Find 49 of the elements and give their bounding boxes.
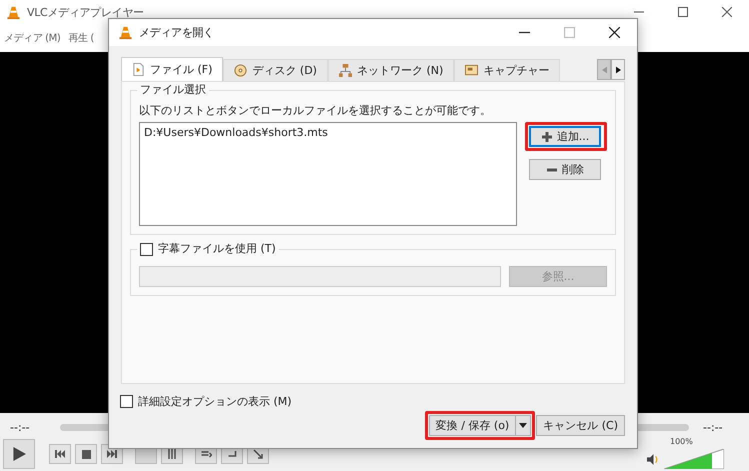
close-icon[interactable] <box>609 27 620 38</box>
window-title: VLCメディアプレイヤー <box>27 4 144 20</box>
cancel-button[interactable]: キャンセル (C) <box>536 415 625 436</box>
playlist-icon <box>200 449 212 459</box>
speaker-icon[interactable] <box>647 452 660 466</box>
sliders-icon <box>167 449 177 459</box>
stop-button[interactable] <box>75 444 97 464</box>
dialog-title: メディアを開く <box>139 25 214 40</box>
file-icon <box>132 63 145 76</box>
shuffle-icon <box>253 449 263 459</box>
skip-forward-icon <box>107 449 117 459</box>
subtitle-file-field[interactable] <box>139 266 501 287</box>
left-arrow-icon <box>602 66 606 74</box>
maximize-icon[interactable] <box>678 7 688 17</box>
tab[interactable]: ファイル (F) <box>121 57 224 81</box>
skip-back-icon <box>55 449 65 459</box>
scroll-right-button[interactable] <box>611 59 625 80</box>
remaining-time: --:-- <box>703 420 724 434</box>
play-button[interactable] <box>3 439 35 469</box>
caret-icon <box>519 423 528 428</box>
menu-item[interactable]: 再生 ( <box>68 31 94 45</box>
advanced-options-checkbox[interactable]: 詳細設定オプションの表示 (M) <box>120 394 625 409</box>
plus-icon <box>540 130 553 142</box>
network-icon <box>338 64 352 77</box>
remove-button[interactable]: 削除 <box>529 159 601 180</box>
group-title: ファイル選択 <box>137 83 209 97</box>
traffic-cone-icon <box>118 25 133 40</box>
description-text: 以下のリストとボタンでローカルファイルを選択することが可能です。 <box>139 103 492 118</box>
tab[interactable]: ネットワーク (N) <box>328 59 454 81</box>
stop-icon <box>82 450 90 458</box>
close-icon[interactable] <box>722 7 732 17</box>
traffic-cone-icon <box>6 4 21 20</box>
capture-card-icon <box>465 64 478 77</box>
elapsed-time: --:-- <box>10 420 31 434</box>
add-button[interactable]: 追加... <box>529 126 601 147</box>
loop-icon <box>226 449 238 459</box>
tab[interactable]: ディスク (D) <box>223 59 328 81</box>
file-list[interactable]: D:¥Users¥Downloads¥short3.mts <box>139 122 517 226</box>
file-list-item[interactable]: D:¥Users¥Downloads¥short3.mts <box>144 126 512 139</box>
right-arrow-icon <box>616 66 620 74</box>
dropdown-button[interactable] <box>515 415 532 436</box>
tab[interactable]: キャプチャー <box>454 59 560 81</box>
menu-item[interactable]: メディア (M) <box>4 31 60 45</box>
volume-reading: 100% <box>670 437 693 446</box>
play-icon <box>12 447 26 461</box>
previous-button[interactable] <box>49 444 71 464</box>
convert-save-button[interactable]: 変換 / 保存 (o) <box>428 415 516 436</box>
disc-icon <box>234 64 248 77</box>
subtitle-checkbox[interactable]: 字幕ファイルを使用 (T) <box>137 242 279 256</box>
